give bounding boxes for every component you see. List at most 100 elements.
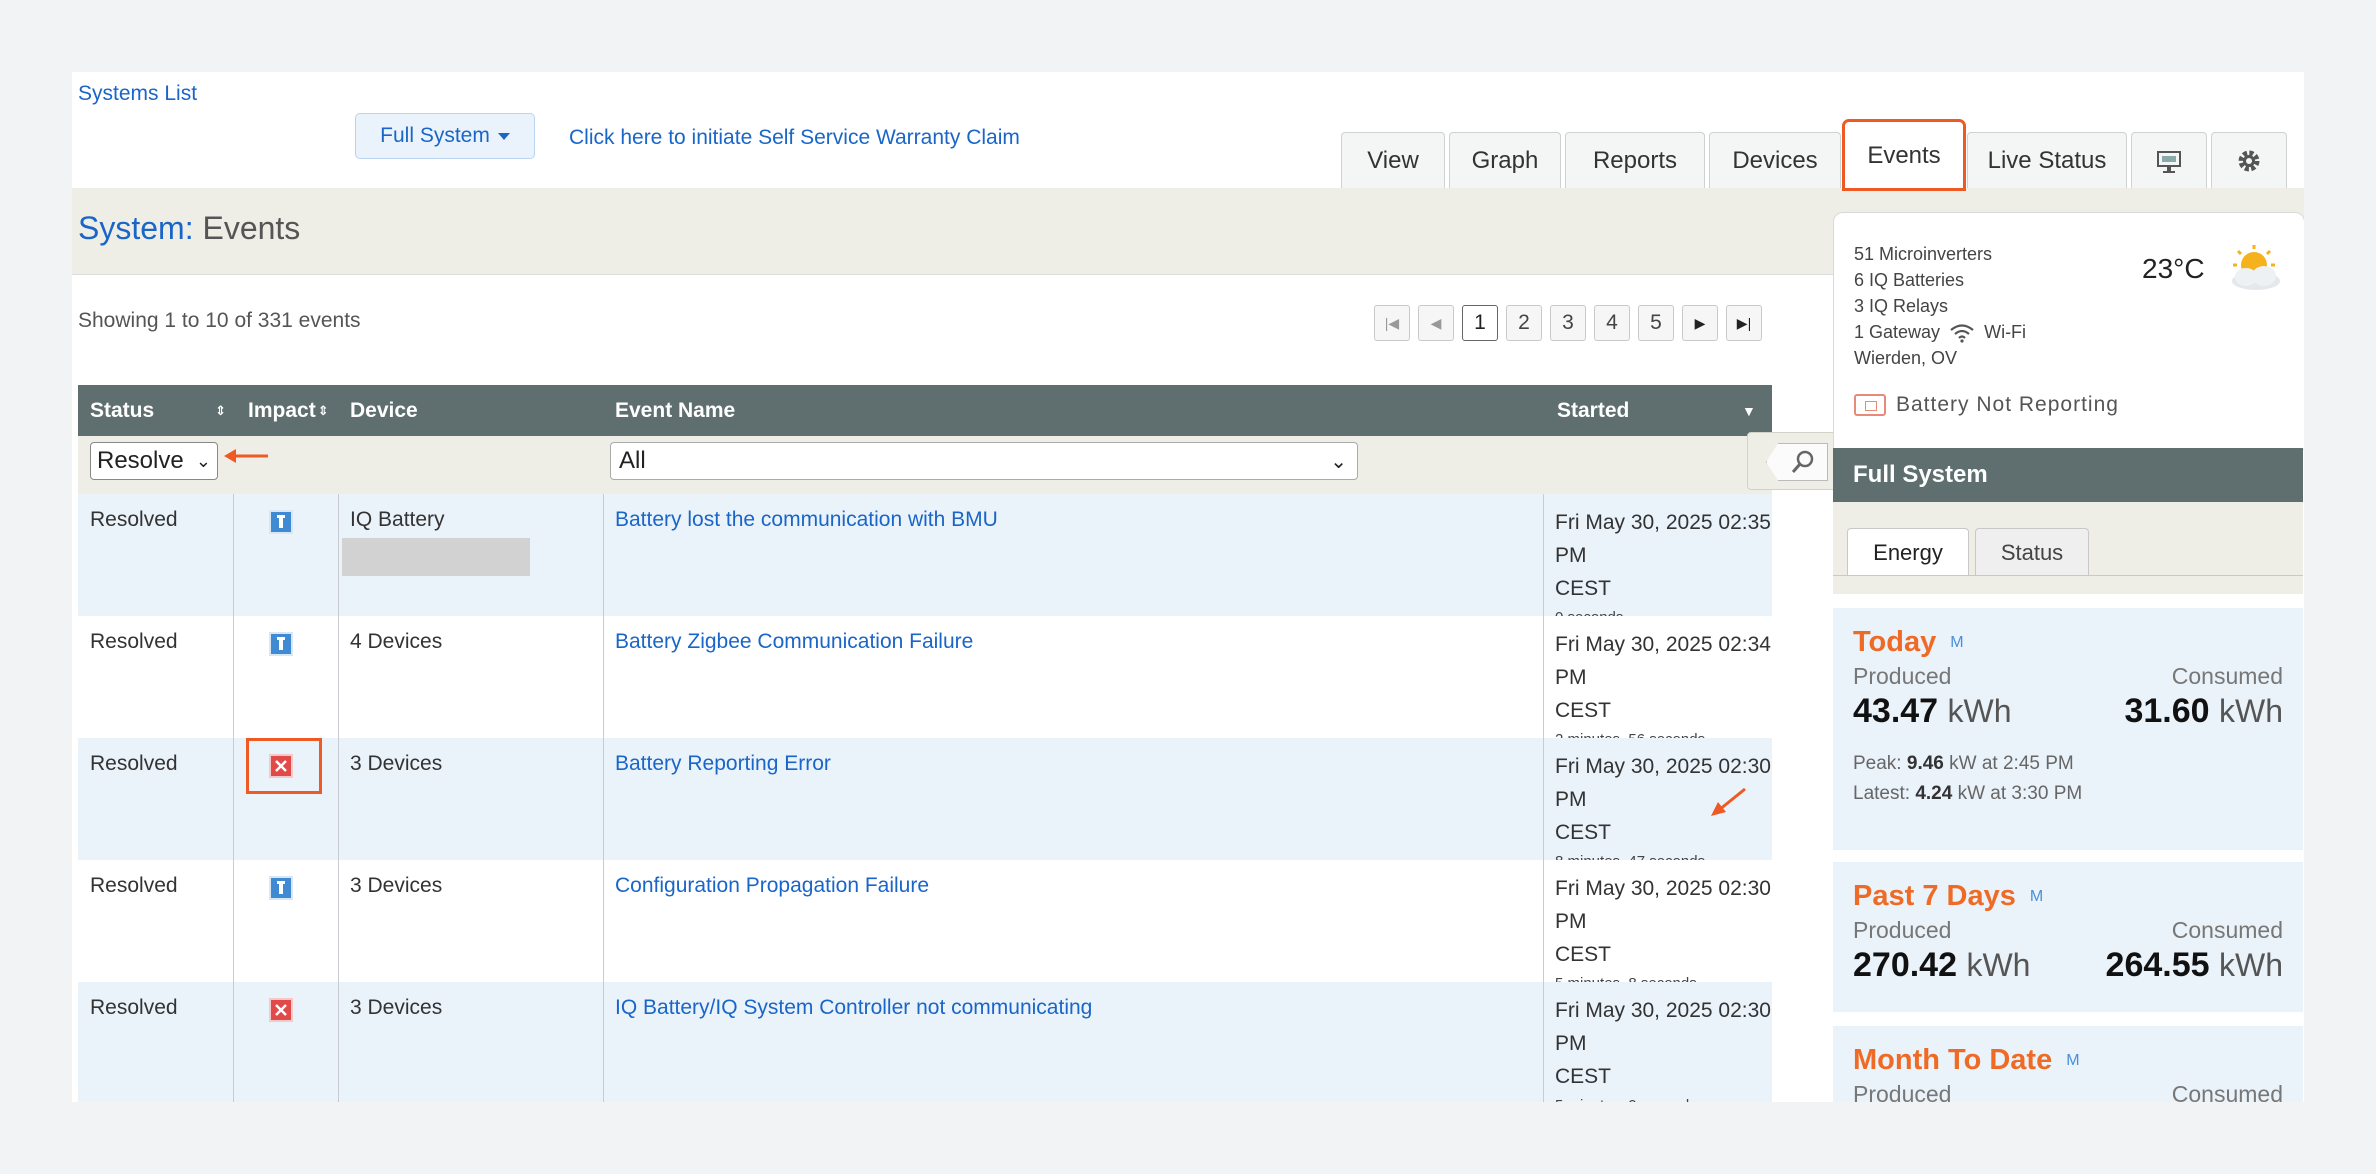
page-1-button[interactable]: 1 bbox=[1462, 305, 1498, 341]
tab-settings[interactable] bbox=[2211, 132, 2287, 188]
chevron-down-icon: ⌄ bbox=[1330, 451, 1347, 473]
monitor-icon bbox=[2157, 150, 2181, 173]
error-icon[interactable] bbox=[269, 998, 293, 1022]
gateway-line: 1 Gateway Wi-Fi bbox=[1854, 319, 2026, 345]
battery-status-text: Battery Not Reporting bbox=[1896, 393, 2119, 416]
last-page-button[interactable]: ▶| bbox=[1726, 305, 1762, 341]
main-tabs: View Graph Reports Devices Events Live S… bbox=[1337, 119, 2287, 192]
event-link[interactable]: Battery Zigbee Communication Failure bbox=[615, 630, 973, 654]
status-cell: Resolved bbox=[78, 616, 233, 738]
partly-cloudy-icon bbox=[2232, 245, 2280, 290]
tab-status[interactable]: Status bbox=[1975, 528, 2089, 576]
table-row[interactable]: Resolved IQ Battery Battery lost the com… bbox=[78, 494, 1772, 626]
status-cell: Resolved bbox=[78, 738, 233, 860]
battery-count: 6 IQ Batteries bbox=[1854, 270, 1965, 290]
unit: kWh bbox=[2219, 947, 2283, 983]
produced-value: 43.47 bbox=[1853, 692, 1939, 730]
info-icon[interactable] bbox=[269, 632, 293, 656]
status-filter-value: Resolve bbox=[97, 447, 184, 474]
device-text: 4 Devices bbox=[350, 630, 443, 653]
mtd-title: Month To Date M bbox=[1853, 1044, 2283, 1077]
full-system-dropdown[interactable]: Full System bbox=[355, 113, 535, 159]
tab-monitor[interactable] bbox=[2131, 132, 2207, 188]
device-text: 3 Devices bbox=[350, 874, 443, 897]
tab-graph[interactable]: Graph bbox=[1449, 132, 1561, 188]
device-text: 3 Devices bbox=[350, 996, 443, 1019]
impact-cell bbox=[233, 494, 338, 616]
event-filter-select[interactable]: All ⌄ bbox=[610, 442, 1358, 480]
gear-icon bbox=[2238, 150, 2260, 171]
filter-search-button[interactable] bbox=[1747, 432, 1845, 490]
event-link[interactable]: Configuration Propagation Failure bbox=[615, 874, 929, 898]
tab-events[interactable]: Events bbox=[1842, 119, 1966, 191]
started-cell: Fri May 30, 2025 02:34 PM CEST 2 minutes… bbox=[1543, 616, 1772, 748]
today-values: 43.47 kWh 31.60 kWh bbox=[1853, 692, 2283, 731]
column-status[interactable]: Status ⇕ bbox=[90, 385, 230, 436]
page-5-button[interactable]: 5 bbox=[1638, 305, 1674, 341]
tab-devices[interactable]: Devices bbox=[1709, 132, 1841, 188]
meter-badge[interactable]: M bbox=[2066, 1052, 2079, 1070]
temperature: 23°C bbox=[2142, 253, 2205, 284]
table-row[interactable]: Resolved 3 Devices Configuration Propaga… bbox=[78, 860, 1772, 992]
unit: kWh bbox=[1966, 947, 2031, 983]
consumed-label: Consumed bbox=[2171, 663, 2283, 689]
sort-desc-icon[interactable]: ▼ bbox=[1742, 385, 1756, 436]
status-filter-select[interactable]: Resolve ⌄ bbox=[90, 442, 218, 480]
wifi-icon bbox=[1950, 324, 1974, 343]
column-device[interactable]: Device bbox=[350, 385, 418, 436]
started-tz: CEST bbox=[1555, 821, 1612, 844]
started-tz: CEST bbox=[1555, 943, 1612, 966]
latest-label: Latest: bbox=[1853, 783, 1911, 804]
location: Wierden, OV bbox=[1854, 348, 1958, 368]
column-impact[interactable]: Impact ⇕ bbox=[248, 385, 338, 436]
status-text: Resolved bbox=[90, 996, 178, 1019]
peak-latest: Peak: 9.46 kW at 2:45 PM Latest: 4.24 kW… bbox=[1853, 749, 2283, 809]
info-icon[interactable] bbox=[269, 876, 293, 900]
info-icon[interactable] bbox=[269, 510, 293, 534]
started-cell: Fri May 30, 2025 02:35 PM CEST 0 seconds bbox=[1543, 494, 1772, 626]
produced-value: 270.42 bbox=[1853, 946, 1957, 984]
caret-down-icon bbox=[497, 132, 510, 140]
table-row[interactable]: Resolved 4 Devices Battery Zigbee Commun… bbox=[78, 616, 1772, 748]
event-link[interactable]: Battery Reporting Error bbox=[615, 752, 831, 776]
device-cell: 3 Devices bbox=[338, 982, 603, 1102]
sort-icon: ⇕ bbox=[215, 402, 226, 418]
started-date: Fri May 30, 2025 02:35 PM bbox=[1555, 511, 1771, 567]
event-link[interactable]: Battery lost the communication with BMU bbox=[615, 508, 998, 532]
table-row[interactable]: Resolved 3 Devices IQ Battery/IQ System … bbox=[78, 982, 1772, 1102]
page-3-button[interactable]: 3 bbox=[1550, 305, 1586, 341]
meter-badge[interactable]: M bbox=[1950, 634, 1963, 652]
status-cell: Resolved bbox=[78, 982, 233, 1102]
column-event-name[interactable]: Event Name bbox=[615, 385, 735, 436]
table-row[interactable]: Resolved 3 Devices Battery Reporting Err… bbox=[78, 738, 1772, 870]
started-date: Fri May 30, 2025 02:30 PM bbox=[1555, 999, 1771, 1055]
page-2-button[interactable]: 2 bbox=[1506, 305, 1542, 341]
column-impact-label: Impact bbox=[248, 398, 316, 422]
impact-cell bbox=[233, 860, 338, 982]
page-4-button[interactable]: 4 bbox=[1594, 305, 1630, 341]
tab-view[interactable]: View bbox=[1341, 132, 1445, 188]
device-cell: IQ Battery bbox=[338, 494, 603, 616]
today-title: Today M bbox=[1853, 626, 2283, 659]
prev-page-button[interactable]: ◀ bbox=[1418, 305, 1454, 341]
meter-badge[interactable]: M bbox=[2030, 888, 2043, 906]
status-text: Resolved bbox=[90, 508, 178, 531]
warranty-claim-link[interactable]: Click here to initiate Self Service Warr… bbox=[569, 126, 1020, 150]
peak-time: kW at 2:45 PM bbox=[1949, 753, 2074, 774]
first-page-button[interactable]: |◀ bbox=[1374, 305, 1410, 341]
tab-energy[interactable]: Energy bbox=[1847, 528, 1969, 576]
next-page-button[interactable]: ▶ bbox=[1682, 305, 1718, 341]
annotation-arrow-icon bbox=[224, 449, 268, 463]
tab-live-status[interactable]: Live Status bbox=[1967, 132, 2127, 188]
status-cell: Resolved bbox=[78, 494, 233, 616]
device-cell: 3 Devices bbox=[338, 860, 603, 982]
event-link[interactable]: IQ Battery/IQ System Controller not comm… bbox=[615, 996, 1092, 1020]
page-title-prefix: System: bbox=[78, 210, 194, 246]
tab-reports[interactable]: Reports bbox=[1565, 132, 1705, 188]
produced-label: Produced bbox=[1853, 1081, 1952, 1102]
systems-list-link[interactable]: Systems List bbox=[78, 82, 197, 106]
column-started[interactable]: Started bbox=[1557, 385, 1629, 436]
today-label: Today bbox=[1853, 626, 1937, 658]
page-title: System: Events bbox=[78, 210, 300, 247]
event-cell: Battery Reporting Error bbox=[603, 738, 1543, 860]
